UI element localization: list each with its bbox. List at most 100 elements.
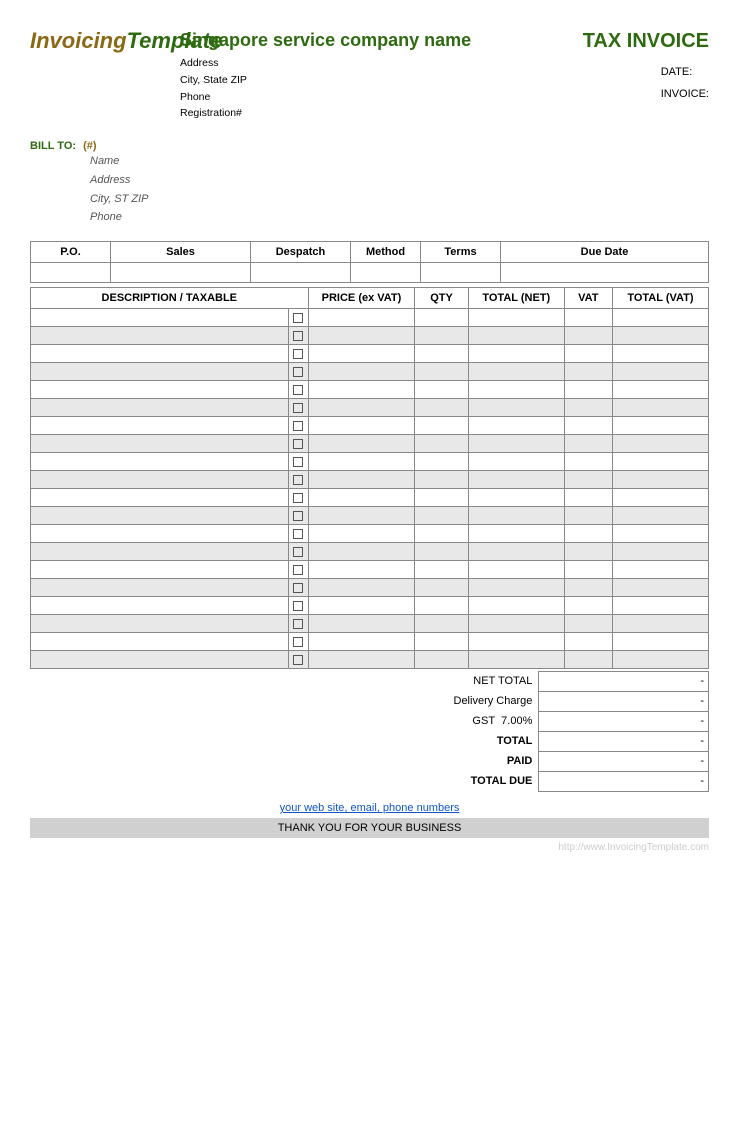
- item-price[interactable]: [308, 452, 415, 470]
- checkbox-icon[interactable]: [293, 493, 303, 503]
- item-qty[interactable]: [415, 632, 468, 650]
- item-vat[interactable]: [564, 488, 612, 506]
- item-qty[interactable]: [415, 380, 468, 398]
- item-vat[interactable]: [564, 632, 612, 650]
- item-qty[interactable]: [415, 344, 468, 362]
- item-price[interactable]: [308, 524, 415, 542]
- item-description[interactable]: [31, 650, 289, 668]
- item-vat[interactable]: [564, 416, 612, 434]
- item-description[interactable]: [31, 308, 289, 326]
- checkbox-icon[interactable]: [293, 601, 303, 611]
- item-price[interactable]: [308, 308, 415, 326]
- checkbox-icon[interactable]: [293, 349, 303, 359]
- item-qty[interactable]: [415, 542, 468, 560]
- item-vat[interactable]: [564, 650, 612, 668]
- checkbox-icon[interactable]: [293, 655, 303, 665]
- item-taxable-checkbox[interactable]: [289, 362, 308, 380]
- item-taxable-checkbox[interactable]: [289, 614, 308, 632]
- item-taxable-checkbox[interactable]: [289, 578, 308, 596]
- checkbox-icon[interactable]: [293, 403, 303, 413]
- item-taxable-checkbox[interactable]: [289, 452, 308, 470]
- checkbox-icon[interactable]: [293, 619, 303, 629]
- checkbox-icon[interactable]: [293, 385, 303, 395]
- item-description[interactable]: [31, 596, 289, 614]
- item-vat[interactable]: [564, 308, 612, 326]
- checkbox-icon[interactable]: [293, 367, 303, 377]
- item-price[interactable]: [308, 434, 415, 452]
- item-description[interactable]: [31, 344, 289, 362]
- item-vat[interactable]: [564, 578, 612, 596]
- item-taxable-checkbox[interactable]: [289, 542, 308, 560]
- item-taxable-checkbox[interactable]: [289, 398, 308, 416]
- item-vat[interactable]: [564, 380, 612, 398]
- item-vat[interactable]: [564, 362, 612, 380]
- item-taxable-checkbox[interactable]: [289, 416, 308, 434]
- item-vat[interactable]: [564, 434, 612, 452]
- item-qty[interactable]: [415, 416, 468, 434]
- checkbox-icon[interactable]: [293, 565, 303, 575]
- item-vat[interactable]: [564, 560, 612, 578]
- item-price[interactable]: [308, 344, 415, 362]
- item-qty[interactable]: [415, 578, 468, 596]
- item-price[interactable]: [308, 542, 415, 560]
- item-qty[interactable]: [415, 308, 468, 326]
- item-description[interactable]: [31, 524, 289, 542]
- item-vat[interactable]: [564, 506, 612, 524]
- po-cell-po[interactable]: [31, 262, 111, 282]
- item-description[interactable]: [31, 362, 289, 380]
- item-taxable-checkbox[interactable]: [289, 560, 308, 578]
- item-qty[interactable]: [415, 326, 468, 344]
- item-description[interactable]: [31, 614, 289, 632]
- item-qty[interactable]: [415, 524, 468, 542]
- footer-link[interactable]: your web site, email, phone numbers: [280, 802, 460, 814]
- item-taxable-checkbox[interactable]: [289, 524, 308, 542]
- item-price[interactable]: [308, 362, 415, 380]
- item-qty[interactable]: [415, 596, 468, 614]
- item-vat[interactable]: [564, 398, 612, 416]
- checkbox-icon[interactable]: [293, 421, 303, 431]
- item-taxable-checkbox[interactable]: [289, 632, 308, 650]
- item-taxable-checkbox[interactable]: [289, 470, 308, 488]
- item-description[interactable]: [31, 416, 289, 434]
- item-description[interactable]: [31, 488, 289, 506]
- item-description[interactable]: [31, 632, 289, 650]
- item-taxable-checkbox[interactable]: [289, 434, 308, 452]
- item-price[interactable]: [308, 488, 415, 506]
- item-price[interactable]: [308, 416, 415, 434]
- item-qty[interactable]: [415, 452, 468, 470]
- item-qty[interactable]: [415, 398, 468, 416]
- item-price[interactable]: [308, 326, 415, 344]
- checkbox-icon[interactable]: [293, 529, 303, 539]
- checkbox-icon[interactable]: [293, 313, 303, 323]
- item-qty[interactable]: [415, 434, 468, 452]
- item-qty[interactable]: [415, 506, 468, 524]
- item-price[interactable]: [308, 398, 415, 416]
- item-description[interactable]: [31, 506, 289, 524]
- item-vat[interactable]: [564, 344, 612, 362]
- item-price[interactable]: [308, 614, 415, 632]
- item-price[interactable]: [308, 506, 415, 524]
- item-price[interactable]: [308, 632, 415, 650]
- checkbox-icon[interactable]: [293, 439, 303, 449]
- item-description[interactable]: [31, 326, 289, 344]
- po-cell-sales[interactable]: [111, 262, 251, 282]
- item-vat[interactable]: [564, 596, 612, 614]
- item-description[interactable]: [31, 434, 289, 452]
- item-description[interactable]: [31, 470, 289, 488]
- item-taxable-checkbox[interactable]: [289, 650, 308, 668]
- po-cell-terms[interactable]: [421, 262, 501, 282]
- item-price[interactable]: [308, 650, 415, 668]
- item-taxable-checkbox[interactable]: [289, 596, 308, 614]
- po-cell-method[interactable]: [351, 262, 421, 282]
- item-description[interactable]: [31, 380, 289, 398]
- item-qty[interactable]: [415, 362, 468, 380]
- checkbox-icon[interactable]: [293, 511, 303, 521]
- item-qty[interactable]: [415, 650, 468, 668]
- checkbox-icon[interactable]: [293, 583, 303, 593]
- po-cell-due-date[interactable]: [501, 262, 709, 282]
- item-qty[interactable]: [415, 488, 468, 506]
- item-vat[interactable]: [564, 524, 612, 542]
- item-description[interactable]: [31, 578, 289, 596]
- item-vat[interactable]: [564, 326, 612, 344]
- item-price[interactable]: [308, 470, 415, 488]
